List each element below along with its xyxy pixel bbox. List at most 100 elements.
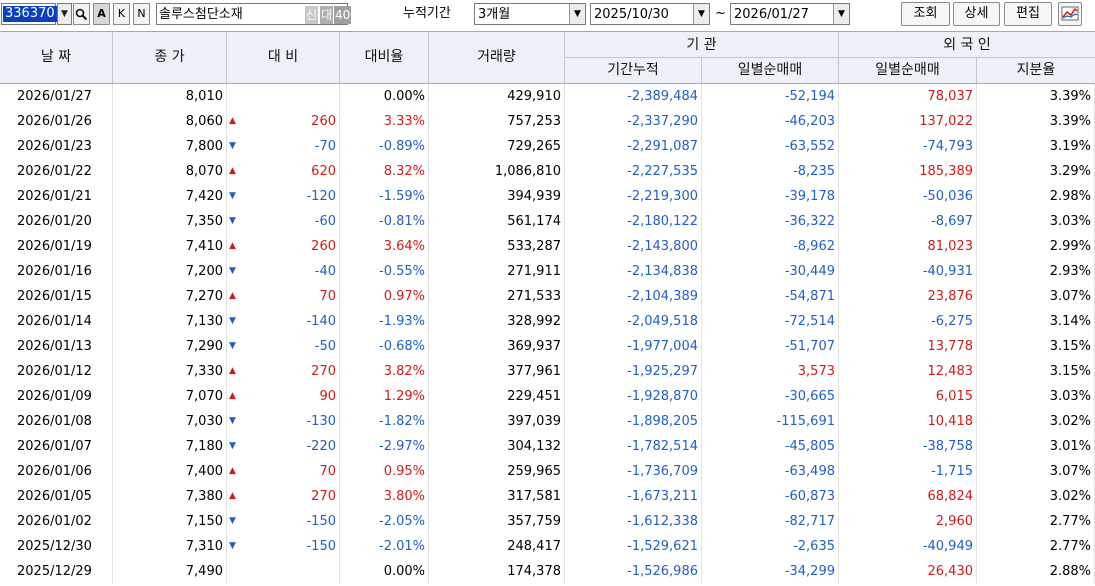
header-change-rate[interactable]: 대비율 [340, 32, 429, 83]
inst-daily-cell-value: -52,194 [784, 89, 835, 104]
change-rate-cell-value: 0.97% [383, 289, 425, 304]
date-cell: 2026/01/16 [0, 259, 113, 284]
table-row[interactable]: 2025/12/29 7,490 0.00% 174,378 -1,526,986 -34… [0, 559, 1095, 584]
k-button[interactable]: K [113, 3, 130, 25]
change-cell-value: 90 [319, 389, 336, 404]
table-row[interactable]: 2026/01/07 7,180 ▼ -220 -2.97% 304,132 -1,782,… [0, 434, 1095, 459]
inst-daily-cell: -8,235 [702, 159, 839, 184]
header-inst-cumulative[interactable]: 기간누적 [565, 58, 702, 83]
date-from-picker[interactable]: 2025/10/30 ▼ [590, 3, 710, 25]
date-cell: 2026/01/08 [0, 409, 113, 434]
toolbar: 336370 ▼ A K N 솔루스첨단소재 신 대 40 누적기간 3개월 ▼… [0, 0, 1095, 30]
table-row[interactable]: 2026/01/14 7,130 ▼ -140 -1.93% 328,992 -2,049,… [0, 309, 1095, 334]
period-label: 누적기간 [403, 6, 451, 21]
foreign-daily-cell: -40,949 [839, 534, 977, 559]
header-foreign-daily[interactable]: 일별순매매 [839, 58, 977, 83]
period-select[interactable]: 3개월 ▼ [474, 3, 586, 25]
table-row[interactable]: 2026/01/20 7,350 ▼ -60 -0.81% 561,174 -2,180,1… [0, 209, 1095, 234]
date-to-picker[interactable]: 2026/01/27 ▼ [730, 3, 850, 25]
n-button[interactable]: N [133, 3, 150, 25]
table-row[interactable]: 2026/01/13 7,290 ▼ -50 -0.68% 369,937 -1,977,0… [0, 334, 1095, 359]
search-button[interactable] [73, 3, 90, 25]
inst-cumulative-cell: -2,227,535 [565, 159, 702, 184]
volume-cell: 729,265 [429, 134, 565, 159]
close-price-cell: 7,420 [113, 184, 227, 209]
volume-cell-value: 757,253 [507, 114, 561, 129]
header-volume[interactable]: 거래량 [429, 32, 565, 83]
a-button[interactable]: A [93, 3, 110, 25]
detail-button[interactable]: 상세 [953, 2, 1000, 26]
share-ratio-cell-value: 3.07% [1049, 289, 1091, 304]
table-row[interactable]: 2026/01/16 7,200 ▼ -40 -0.55% 271,911 -2,134,8… [0, 259, 1095, 284]
table-row[interactable]: 2026/01/26 8,060 ▲ 260 3.33% 757,253 -2,337,29… [0, 109, 1095, 134]
inst-cumulative-cell: -2,219,300 [565, 184, 702, 209]
date-cell: 2026/01/12 [0, 359, 113, 384]
header-share-ratio[interactable]: 지분율 [977, 58, 1095, 83]
table-row[interactable]: 2026/01/19 7,410 ▲ 260 3.64% 533,287 -2,143,80… [0, 234, 1095, 259]
foreign-daily-cell: 10,418 [839, 409, 977, 434]
change-cell: ▼ -130 [227, 409, 340, 434]
change-cell: ▲ 260 [227, 109, 340, 134]
header-inst-daily[interactable]: 일별순매매 [702, 58, 839, 83]
table-row[interactable]: 2026/01/02 7,150 ▼ -150 -2.05% 357,759 -1,612,… [0, 509, 1095, 534]
inst-cumulative-cell: -1,977,004 [565, 334, 702, 359]
close-price-cell-value: 7,400 [185, 464, 223, 479]
share-ratio-cell-value: 3.29% [1049, 164, 1091, 179]
volume-cell-value: 304,132 [507, 439, 561, 454]
foreign-daily-cell: -6,275 [839, 309, 977, 334]
table-row[interactable]: 2026/01/08 7,030 ▼ -130 -1.82% 397,039 -1,898,… [0, 409, 1095, 434]
table-row[interactable]: 2026/01/09 7,070 ▲ 90 1.29% 229,451 -1,928,870… [0, 384, 1095, 409]
table-row[interactable]: 2025/12/30 7,310 ▼ -150 -2.01% 248,417 -1,529,… [0, 534, 1095, 559]
inst-cumulative-cell: -1,526,986 [565, 559, 702, 584]
header-date[interactable]: 날 짜 [0, 32, 113, 83]
change-cell-value: -140 [306, 314, 336, 329]
inst-cumulative-cell: -2,143,800 [565, 234, 702, 259]
triangle-down-icon: ▼ [229, 191, 236, 201]
table-row[interactable]: 2026/01/22 8,070 ▲ 620 8.32% 1,086,810 -2,227,… [0, 159, 1095, 184]
volume-cell-value: 429,910 [507, 89, 561, 104]
query-button-label: 조회 [913, 6, 938, 21]
share-ratio-cell-value: 2.99% [1049, 239, 1091, 254]
query-button[interactable]: 조회 [901, 2, 950, 26]
volume-cell: 397,039 [429, 409, 565, 434]
table-row[interactable]: 2026/01/27 8,010 0.00% 429,910 -2,389,484 -52… [0, 84, 1095, 109]
table-row[interactable]: 2026/01/21 7,420 ▼ -120 -1.59% 394,939 -2,219,… [0, 184, 1095, 209]
volume-cell-value: 328,992 [507, 314, 561, 329]
change-rate-cell: 3.64% [340, 234, 429, 259]
share-ratio-cell: 3.02% [977, 409, 1095, 434]
date-range-separator: ~ [715, 6, 726, 21]
header-change[interactable]: 대 비 [227, 32, 340, 83]
change-rate-cell-value: -1.93% [379, 314, 425, 329]
change-cell-value: -150 [306, 514, 336, 529]
stock-code-input[interactable]: 336370 [1, 3, 57, 25]
share-ratio-cell-value: 3.15% [1049, 339, 1091, 354]
table-row[interactable]: 2026/01/15 7,270 ▲ 70 0.97% 271,533 -2,104,389… [0, 284, 1095, 309]
date-cell-value: 2026/01/19 [17, 239, 92, 254]
change-cell-value: 270 [311, 489, 336, 504]
code-dropdown-button[interactable]: ▼ [57, 3, 72, 25]
table-row[interactable]: 2026/01/06 7,400 ▲ 70 0.95% 259,965 -1,736,709… [0, 459, 1095, 484]
table-row[interactable]: 2026/01/23 7,800 ▼ -70 -0.89% 729,265 -2,291,0… [0, 134, 1095, 159]
triangle-up-icon: ▲ [229, 366, 236, 376]
header-close[interactable]: 종 가 [113, 32, 227, 83]
change-cell-value: -220 [306, 439, 336, 454]
close-price-cell: 8,070 [113, 159, 227, 184]
foreign-daily-cell: 137,022 [839, 109, 977, 134]
volume-cell-value: 377,961 [507, 364, 561, 379]
stock-name-field[interactable]: 솔루스첨단소재 신 대 40 [156, 3, 352, 25]
date-cell-value: 2026/01/02 [17, 514, 92, 529]
date-cell: 2026/01/22 [0, 159, 113, 184]
table-row[interactable]: 2026/01/12 7,330 ▲ 270 3.82% 377,961 -1,925,29… [0, 359, 1095, 384]
stock-code-value: 336370 [3, 6, 57, 22]
volume-cell: 328,992 [429, 309, 565, 334]
chart-button[interactable] [1058, 2, 1082, 26]
table-row[interactable]: 2026/01/05 7,380 ▲ 270 3.80% 317,581 -1,673,21… [0, 484, 1095, 509]
inst-cumulative-cell: -2,389,484 [565, 84, 702, 109]
foreign-daily-cell: -40,931 [839, 259, 977, 284]
inst-daily-cell: -39,178 [702, 184, 839, 209]
volume-cell-value: 259,965 [507, 464, 561, 479]
close-price-cell-value: 7,200 [185, 264, 223, 279]
edit-button[interactable]: 편집 [1004, 2, 1052, 26]
change-cell-value: -130 [306, 414, 336, 429]
close-price-cell: 7,270 [113, 284, 227, 309]
